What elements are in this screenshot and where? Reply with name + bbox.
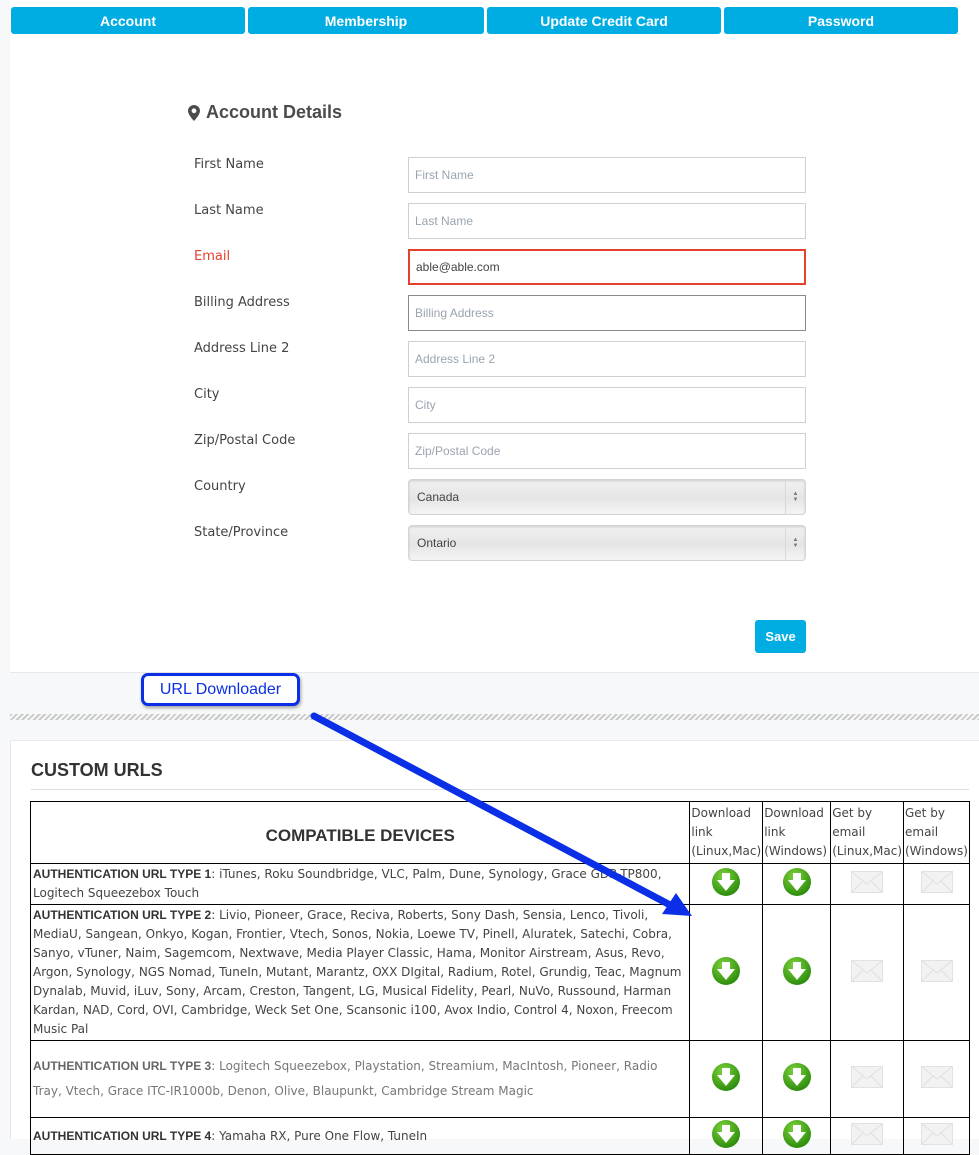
download-icon[interactable] — [711, 1119, 741, 1149]
download-icon[interactable] — [711, 867, 741, 897]
download-cell — [762, 863, 832, 905]
download-icon[interactable] — [782, 867, 812, 897]
account-details-title: Account Details — [206, 102, 343, 122]
state-selected-value: Ontario — [417, 536, 457, 550]
select-arrows-icon: ▲ ▼ — [785, 526, 805, 560]
url-type-label: AUTHENTICATION URL TYPE 1 — [33, 867, 212, 881]
country-row: Country Canada ▲ ▼ — [194, 479, 806, 515]
download-cell — [762, 1117, 832, 1155]
row-description: AUTHENTICATION URL TYPE 2: Livio, Pionee… — [29, 904, 691, 1041]
download-cell — [689, 863, 764, 905]
first-name-label: First Name — [194, 157, 264, 172]
account-panel — [10, 0, 979, 673]
email-cell — [903, 1040, 970, 1118]
envelope-icon[interactable] — [920, 959, 953, 982]
select-arrows-icon: ▲ ▼ — [785, 480, 805, 514]
row-description: AUTHENTICATION URL TYPE 4: Yamaha RX, Pu… — [29, 1117, 691, 1155]
address-line-2-input[interactable] — [408, 341, 806, 377]
envelope-icon[interactable] — [920, 1066, 953, 1088]
billing-address-input[interactable] — [408, 295, 806, 331]
email-cell — [830, 1040, 904, 1118]
url-type-label: AUTHENTICATION URL TYPE 3 — [33, 1059, 212, 1073]
table-header-row: COMPATIBLE DEVICES Download link (Linux,… — [29, 801, 970, 864]
download-cell — [689, 904, 764, 1041]
last-name-row: Last Name — [194, 203, 806, 239]
address-line-2-row: Address Line 2 — [194, 341, 806, 377]
country-select[interactable]: Canada ▲ ▼ — [408, 479, 806, 515]
envelope-icon[interactable] — [851, 871, 884, 893]
state-row: State/Province Ontario ▲ ▼ — [194, 525, 806, 561]
download-icon[interactable] — [711, 956, 741, 986]
email-cell — [903, 1117, 970, 1155]
table-row: AUTHENTICATION URL TYPE 4: Yamaha RX, Pu… — [29, 1117, 970, 1155]
download-cell — [689, 1117, 764, 1155]
table-row: AUTHENTICATION URL TYPE 1: iTunes, Roku … — [29, 863, 970, 905]
email-cell — [830, 904, 904, 1041]
download-cell — [762, 1040, 832, 1118]
tab-update-credit-card[interactable]: Update Credit Card — [487, 7, 721, 34]
device-list: : Livio, Pioneer, Grace, Reciva, Roberts… — [33, 908, 682, 1036]
email-label: Email — [194, 249, 231, 264]
col-email-windows: Get by email (Windows) — [903, 801, 970, 864]
envelope-icon[interactable] — [851, 959, 884, 982]
col-download-windows: Download link (Windows) — [762, 801, 832, 864]
download-cell — [689, 1040, 764, 1118]
url-downloader-callout: URL Downloader — [141, 673, 300, 706]
compatible-devices-table: COMPATIBLE DEVICES Download link (Linux,… — [29, 801, 970, 1155]
billing-address-row: Billing Address — [194, 295, 806, 331]
save-button[interactable]: Save — [755, 620, 806, 653]
billing-address-label: Billing Address — [194, 295, 290, 310]
state-label: State/Province — [194, 525, 289, 540]
col-download-linux-mac: Download link (Linux,Mac) — [689, 801, 764, 864]
first-name-input[interactable] — [408, 157, 806, 193]
download-icon[interactable] — [782, 1062, 812, 1092]
state-select[interactable]: Ontario ▲ ▼ — [408, 525, 806, 561]
last-name-input[interactable] — [408, 203, 806, 239]
map-pin-icon — [188, 104, 200, 121]
email-row: Email — [194, 249, 806, 285]
envelope-icon[interactable] — [851, 1123, 884, 1145]
row-description: AUTHENTICATION URL TYPE 1: iTunes, Roku … — [29, 863, 691, 905]
envelope-icon[interactable] — [920, 1123, 953, 1145]
download-icon[interactable] — [782, 956, 812, 986]
tab-membership[interactable]: Membership — [248, 7, 484, 34]
first-name-row: First Name — [194, 157, 806, 193]
country-label: Country — [194, 479, 246, 494]
table-row: AUTHENTICATION URL TYPE 3: Logitech Sque… — [29, 1040, 970, 1118]
url-type-label: AUTHENTICATION URL TYPE 4 — [33, 1128, 212, 1143]
title-divider — [31, 789, 969, 790]
custom-urls-title: CUSTOM URLS — [31, 760, 163, 780]
email-cell — [830, 863, 904, 905]
last-name-label: Last Name — [194, 203, 264, 218]
compatible-devices-header: COMPATIBLE DEVICES — [29, 801, 691, 864]
address-line-2-label: Address Line 2 — [194, 341, 290, 356]
col-email-linux-mac: Get by email (Linux,Mac) — [830, 801, 904, 864]
tab-bar: Account Membership Update Credit Card Pa… — [11, 7, 958, 34]
table-row: AUTHENTICATION URL TYPE 2: Livio, Pionee… — [29, 904, 970, 1041]
email-input[interactable] — [408, 249, 806, 285]
tab-password[interactable]: Password — [724, 7, 958, 34]
city-input[interactable] — [408, 387, 806, 423]
city-label: City — [194, 387, 220, 402]
download-cell — [762, 904, 832, 1041]
device-list: : Yamaha RX, Pure One Flow, TuneIn — [211, 1128, 428, 1143]
country-selected-value: Canada — [417, 490, 460, 504]
tab-account[interactable]: Account — [11, 7, 245, 34]
hatched-divider — [10, 714, 979, 720]
email-cell — [830, 1117, 904, 1155]
download-icon[interactable] — [711, 1062, 741, 1092]
download-icon[interactable] — [782, 1119, 812, 1149]
zip-label: Zip/Postal Code — [194, 433, 296, 448]
email-cell — [903, 863, 970, 905]
zip-input[interactable] — [408, 433, 806, 469]
envelope-icon[interactable] — [851, 1066, 884, 1088]
url-type-label: AUTHENTICATION URL TYPE 2 — [33, 908, 212, 922]
zip-row: Zip/Postal Code — [194, 433, 806, 469]
account-details-heading: Account Details — [188, 102, 342, 123]
row-description: AUTHENTICATION URL TYPE 3: Logitech Sque… — [29, 1040, 691, 1118]
city-row: City — [194, 387, 806, 423]
email-cell — [903, 904, 970, 1041]
envelope-icon[interactable] — [920, 871, 953, 893]
